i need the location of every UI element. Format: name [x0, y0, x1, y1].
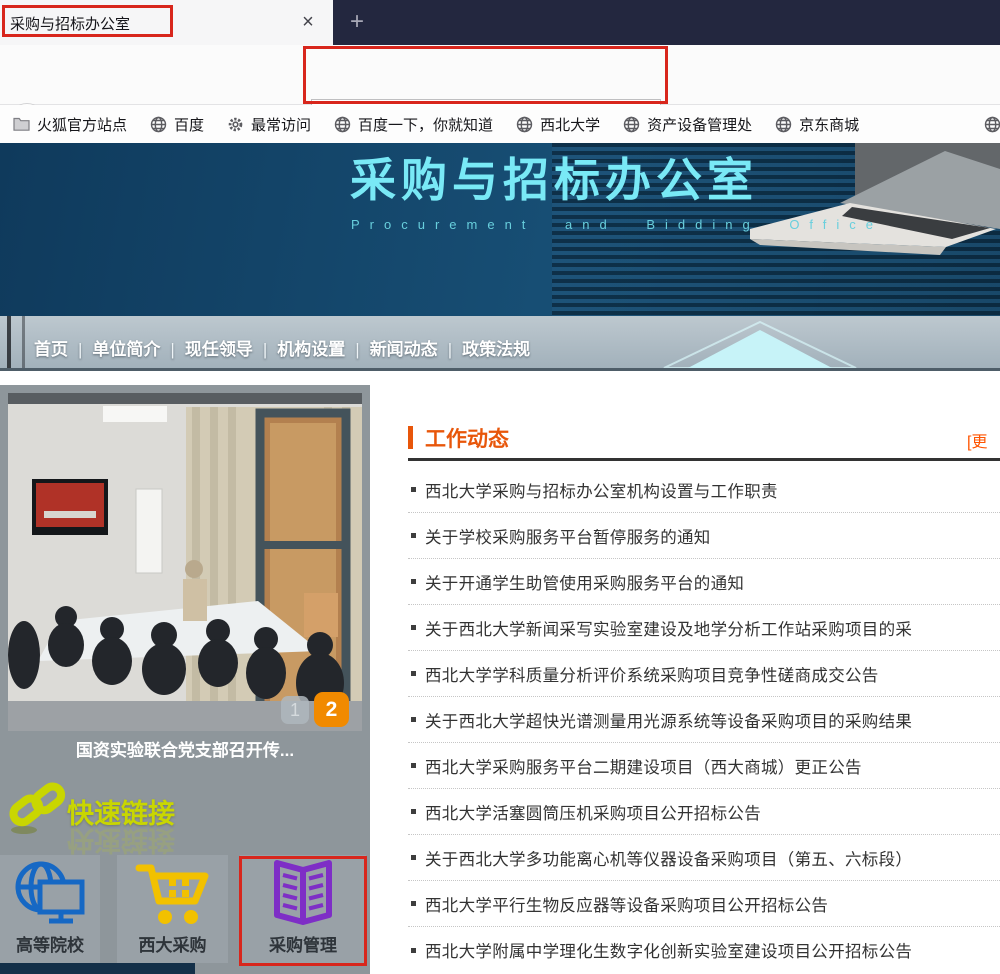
new-tab-button[interactable]: +: [341, 7, 373, 39]
news-item[interactable]: 西北大学附属中学理化生数字化创新实验室建设项目公开招标公告: [408, 927, 1000, 973]
bullet-icon: [411, 625, 416, 630]
gear-icon: [227, 116, 244, 133]
bullet-icon: [411, 487, 416, 492]
bookmark-firefox-sites[interactable]: 火狐官方站点: [13, 114, 127, 135]
nav-item-structure[interactable]: 机构设置: [277, 340, 345, 359]
nav-item-home[interactable]: 首页: [34, 340, 68, 359]
news-list: 西北大学采购与招标办公室机构设置与工作职责 关于学校采购服务平台暂停服务的通知 …: [408, 467, 1000, 973]
annotation-box-procurement-tile: [239, 856, 367, 966]
news-item[interactable]: 西北大学平行生物反应器等设备采购项目公开招标公告: [408, 881, 1000, 927]
nav-item-news[interactable]: 新闻动态: [370, 340, 438, 359]
nav-tick-decoration: [22, 316, 25, 371]
annotation-box-address-bar: [303, 46, 668, 104]
bookmark-baidu[interactable]: 百度: [150, 114, 204, 135]
nav-item-policy[interactable]: 政策法规: [462, 340, 530, 359]
cart-icon: [134, 859, 212, 929]
news-section: 工作动态 [更 西北大学采购与招标办公室机构设置与工作职责 关于学校采购服务平台…: [395, 385, 1000, 974]
bookmark-most-visited[interactable]: 最常访问: [227, 114, 311, 135]
slideshow-caption[interactable]: 国资实验联合党支部召开传...: [0, 731, 370, 771]
news-link[interactable]: 关于西北大学超快光谱测量用光源系统等设备采购项目的采购结果: [425, 708, 912, 732]
news-link[interactable]: 关于西北大学多功能离心机等仪器设备采购项目（第五、六标段）: [425, 846, 912, 870]
bookmark-label: 京东商城: [799, 114, 859, 135]
banner-subtitle: Procurement and Bidding Office: [351, 217, 883, 232]
bookmark-nwu[interactable]: 西北大学: [516, 114, 600, 135]
footer-strip: [0, 963, 195, 974]
news-link[interactable]: 西北大学平行生物反应器等设备采购项目公开招标公告: [425, 892, 828, 916]
news-item[interactable]: 西北大学采购与招标办公室机构设置与工作职责: [408, 467, 1000, 513]
news-link[interactable]: 西北大学活塞圆筒压机采购项目公开招标公告: [425, 800, 761, 824]
globe-monitor-icon: [12, 859, 88, 929]
news-link[interactable]: 关于学校采购服务平台暂停服务的通知: [425, 524, 711, 548]
bookmark-label: 西北大学: [540, 114, 600, 135]
slideshow-page-2-active[interactable]: 2: [314, 692, 349, 727]
folder-icon: [13, 117, 30, 131]
nav-separator: |: [170, 340, 174, 359]
news-link[interactable]: 关于西北大学新闻采写实验室建设及地学分析工作站采购项目的采: [425, 616, 912, 640]
triangle-decoration: [660, 318, 860, 370]
bullet-icon: [411, 763, 416, 768]
site-banner: 采购与招标办公室 Procurement and Bidding Office: [0, 143, 1000, 316]
site-menu: 首页 | 单位简介 | 现任领导 | 机构设置 | 新闻动态 | 政策法规: [34, 335, 530, 360]
bookmark-label: 火狐官方站点: [37, 114, 127, 135]
slideshow-photo[interactable]: [8, 393, 362, 731]
tile-label: 西大采购: [117, 931, 228, 956]
news-item[interactable]: 关于西北大学超快光谱测量用光源系统等设备采购项目的采购结果: [408, 697, 1000, 743]
bookmark-baidu-search[interactable]: 百度一下，你就知道: [334, 114, 493, 135]
bullet-icon: [411, 855, 416, 860]
news-item[interactable]: 西北大学采购服务平台二期建设项目（西大商城）更正公告: [408, 743, 1000, 789]
bookmark-asset-dept[interactable]: 资产设备管理处: [623, 114, 752, 135]
bookmark-partial[interactable]: [984, 116, 1000, 138]
news-item[interactable]: 西北大学活塞圆筒压机采购项目公开招标公告: [408, 789, 1000, 835]
bullet-icon: [411, 579, 416, 584]
news-link[interactable]: 西北大学采购与招标办公室机构设置与工作职责: [425, 478, 778, 502]
bullet-icon: [411, 671, 416, 676]
nav-separator: |: [263, 340, 267, 359]
news-link[interactable]: 西北大学采购服务平台二期建设项目（西大商城）更正公告: [425, 754, 862, 778]
bookmark-label: 资产设备管理处: [647, 114, 752, 135]
bullet-icon: [411, 901, 416, 906]
more-link[interactable]: [更: [967, 428, 987, 452]
nav-separator: |: [355, 340, 359, 359]
tile-universities[interactable]: 高等院校: [0, 855, 100, 963]
globe-icon: [775, 116, 792, 133]
news-item[interactable]: 关于开通学生助管使用采购服务平台的通知: [408, 559, 1000, 605]
globe-icon: [984, 116, 1000, 133]
bookmark-jd[interactable]: 京东商城: [775, 114, 859, 135]
nav-separator: |: [78, 340, 82, 359]
nav-separator: |: [448, 340, 452, 359]
news-link[interactable]: 西北大学附属中学理化生数字化创新实验室建设项目公开招标公告: [425, 938, 912, 962]
bookmark-label: 最常访问: [251, 114, 311, 135]
nav-item-leaders[interactable]: 现任领导: [185, 340, 253, 359]
slideshow-page-1[interactable]: 1: [281, 696, 309, 724]
news-item[interactable]: 西北大学学科质量分析评价系统采购项目竞争性磋商成交公告: [408, 651, 1000, 697]
section-title: 工作动态: [425, 423, 509, 453]
globe-icon: [516, 116, 533, 133]
news-item[interactable]: 关于学校采购服务平台暂停服务的通知: [408, 513, 1000, 559]
tile-xida-procurement[interactable]: 西大采购: [117, 855, 228, 963]
news-item[interactable]: 关于西北大学多功能离心机等仪器设备采购项目（第五、六标段）: [408, 835, 1000, 881]
news-link[interactable]: 西北大学学科质量分析评价系统采购项目竞争性磋商成交公告: [425, 662, 879, 686]
globe-icon: [623, 116, 640, 133]
bookmark-label: 百度一下，你就知道: [358, 114, 493, 135]
section-underline: [408, 458, 1000, 461]
bullet-icon: [411, 809, 416, 814]
bullet-icon: [411, 948, 416, 953]
annotation-box-tab-title: [2, 5, 173, 37]
globe-icon: [150, 116, 167, 133]
bookmarks-bar: 火狐官方站点 百度 最常访问 百度一下，你就知道 西北大学 资产设备管理处 京东…: [0, 105, 1000, 143]
bookmark-label: 百度: [174, 114, 204, 135]
nav-item-about[interactable]: 单位简介: [92, 340, 160, 359]
chain-link-icon: [8, 775, 68, 837]
section-accent-bar: [408, 426, 413, 449]
bullet-icon: [411, 717, 416, 722]
tile-label: 高等院校: [0, 931, 100, 956]
bullet-icon: [411, 533, 416, 538]
banner-title: 采购与招标办公室: [350, 144, 758, 210]
nav-tick-decoration: [7, 316, 11, 371]
news-link[interactable]: 关于开通学生助管使用采购服务平台的通知: [425, 570, 744, 594]
news-item[interactable]: 关于西北大学新闻采写实验室建设及地学分析工作站采购项目的采: [408, 605, 1000, 651]
site-nav-bar: 首页 | 单位简介 | 现任领导 | 机构设置 | 新闻动态 | 政策法规: [0, 316, 1000, 371]
tab-close-icon[interactable]: ×: [294, 9, 322, 37]
globe-icon: [334, 116, 351, 133]
